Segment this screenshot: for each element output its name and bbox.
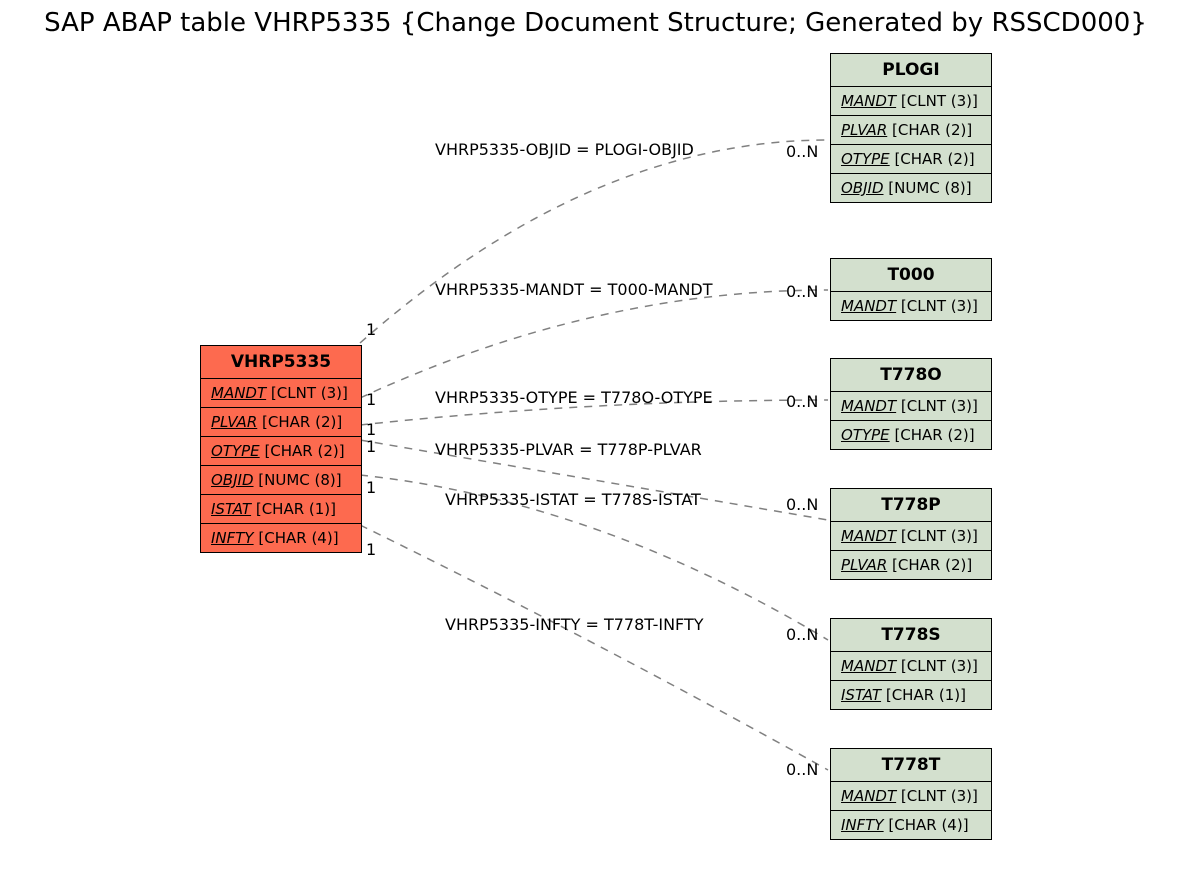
entity-field: OTYPE [CHAR (2)] [831, 421, 991, 449]
entity-header: PLOGI [831, 54, 991, 87]
relation-label: VHRP5335-OTYPE = T778O-OTYPE [435, 388, 713, 407]
entity-header: T778S [831, 619, 991, 652]
entity-field: ISTAT [CHAR (1)] [201, 495, 361, 524]
entity-field: MANDT [CLNT (3)] [831, 87, 991, 116]
entity-field: MANDT [CLNT (3)] [831, 522, 991, 551]
entity-T778O: T778O MANDT [CLNT (3)] OTYPE [CHAR (2)] [830, 358, 992, 450]
relation-label: VHRP5335-MANDT = T000-MANDT [435, 280, 713, 299]
cardinality-right: 0..N [786, 392, 818, 411]
cardinality-left: 1 [366, 478, 376, 497]
entity-header: T000 [831, 259, 991, 292]
entity-field: INFTY [CHAR (4)] [831, 811, 991, 839]
entity-VHRP5335: VHRP5335 MANDT [CLNT (3)] PLVAR [CHAR (2… [200, 345, 362, 553]
cardinality-left: 1 [366, 390, 376, 409]
entity-field: OBJID [NUMC (8)] [831, 174, 991, 202]
entity-field: MANDT [CLNT (3)] [831, 392, 991, 421]
relation-label: VHRP5335-OBJID = PLOGI-OBJID [435, 140, 694, 159]
entity-field: PLVAR [CHAR (2)] [831, 551, 991, 579]
cardinality-right: 0..N [786, 282, 818, 301]
entity-T778T: T778T MANDT [CLNT (3)] INFTY [CHAR (4)] [830, 748, 992, 840]
entity-field: MANDT [CLNT (3)] [201, 379, 361, 408]
diagram-title: SAP ABAP table VHRP5335 {Change Document… [0, 8, 1191, 38]
entity-PLOGI: PLOGI MANDT [CLNT (3)] PLVAR [CHAR (2)] … [830, 53, 992, 203]
entity-T778P: T778P MANDT [CLNT (3)] PLVAR [CHAR (2)] [830, 488, 992, 580]
entity-field: MANDT [CLNT (3)] [831, 652, 991, 681]
relation-label: VHRP5335-ISTAT = T778S-ISTAT [445, 490, 701, 509]
cardinality-left: 1 [366, 320, 376, 339]
relation-label: VHRP5335-INFTY = T778T-INFTY [445, 615, 704, 634]
entity-field: INFTY [CHAR (4)] [201, 524, 361, 552]
entity-field: OBJID [NUMC (8)] [201, 466, 361, 495]
entity-field: OTYPE [CHAR (2)] [201, 437, 361, 466]
cardinality-left: 1 [366, 437, 376, 456]
entity-header: T778P [831, 489, 991, 522]
entity-field: MANDT [CLNT (3)] [831, 292, 991, 320]
cardinality-right: 0..N [786, 760, 818, 779]
entity-field: MANDT [CLNT (3)] [831, 782, 991, 811]
cardinality-left: 1 [366, 540, 376, 559]
entity-field: PLVAR [CHAR (2)] [201, 408, 361, 437]
entity-field: PLVAR [CHAR (2)] [831, 116, 991, 145]
relation-label: VHRP5335-PLVAR = T778P-PLVAR [435, 440, 702, 459]
cardinality-right: 0..N [786, 625, 818, 644]
entity-T000: T000 MANDT [CLNT (3)] [830, 258, 992, 321]
entity-field: OTYPE [CHAR (2)] [831, 145, 991, 174]
entity-header: VHRP5335 [201, 346, 361, 379]
cardinality-right: 0..N [786, 495, 818, 514]
cardinality-right: 0..N [786, 142, 818, 161]
entity-field: ISTAT [CHAR (1)] [831, 681, 991, 709]
entity-header: T778T [831, 749, 991, 782]
entity-T778S: T778S MANDT [CLNT (3)] ISTAT [CHAR (1)] [830, 618, 992, 710]
entity-header: T778O [831, 359, 991, 392]
